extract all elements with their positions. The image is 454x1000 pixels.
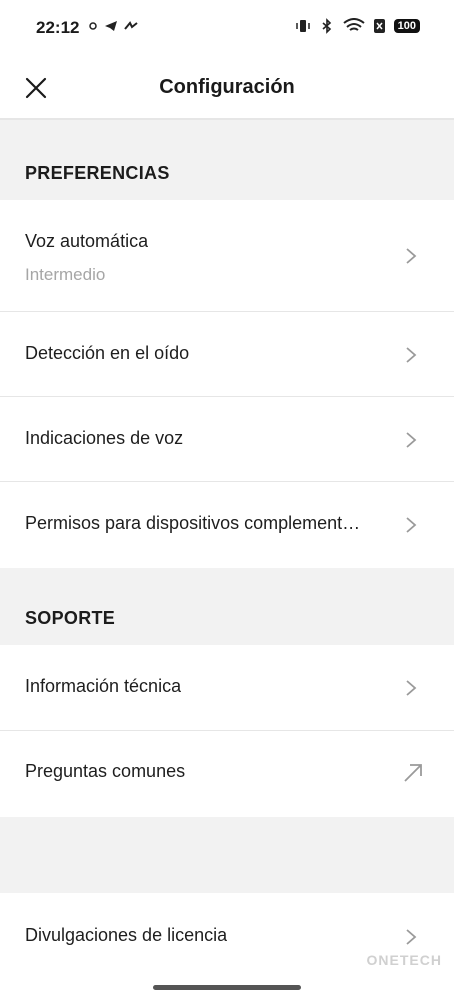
section-title-preferencias: PREFERENCIAS xyxy=(25,163,170,183)
external-link-icon xyxy=(404,764,422,782)
sim-off-icon xyxy=(373,19,385,33)
battery-icon: 100 xyxy=(393,19,420,33)
list-item-divulgaciones-licencia[interactable]: Divulgaciones de licencia xyxy=(0,893,454,1000)
preferencias-list: Voz automática Intermedio Detección en e… xyxy=(0,200,454,568)
list-item-indicaciones-voz[interactable]: Indicaciones de voz xyxy=(0,397,454,482)
section-title-soporte: SOPORTE xyxy=(25,608,116,628)
page-title: Configuración xyxy=(159,76,295,98)
other-list: Divulgaciones de licencia xyxy=(0,893,454,1000)
chevron-right-icon xyxy=(406,680,417,696)
list-item-preguntas-comunes[interactable]: Preguntas comunes xyxy=(0,731,454,817)
status-left-icons xyxy=(88,20,138,32)
list-item-informacion-tecnica[interactable]: Información técnica xyxy=(0,645,454,731)
watermark: ONETECH xyxy=(366,952,442,968)
chevron-right-icon xyxy=(406,347,417,363)
sync-icon xyxy=(124,21,138,30)
soporte-list: Información técnica Preguntas comunes xyxy=(0,645,454,817)
telegram-icon xyxy=(105,21,117,31)
list-item-deteccion-oido[interactable]: Detección en el oído xyxy=(0,312,454,397)
chevron-right-icon xyxy=(406,517,417,533)
list-item-label: Preguntas comunes xyxy=(25,761,186,781)
signal-dot-icon xyxy=(89,22,97,30)
list-item-permisos-dispositivos[interactable]: Permisos para dispositivos complement… xyxy=(0,482,454,568)
status-time: 22:12 xyxy=(36,18,80,37)
status-bar: 22:12 100 xyxy=(0,0,454,60)
chevron-right-icon xyxy=(406,248,417,264)
chevron-right-icon xyxy=(406,929,417,945)
bluetooth-icon xyxy=(322,18,331,34)
chevron-right-icon xyxy=(406,432,417,448)
top-app-bar: Configuración xyxy=(0,60,454,120)
status-right-icons: 100 xyxy=(295,18,420,34)
wifi-icon xyxy=(343,18,365,31)
list-item-value: Intermedio xyxy=(25,265,106,284)
list-item-label: Permisos para dispositivos complement… xyxy=(25,513,361,533)
list-item-label: Divulgaciones de licencia xyxy=(25,925,228,945)
vibrate-icon xyxy=(295,20,310,32)
list-item-label: Detección en el oído xyxy=(25,343,190,363)
list-item-label: Voz automática xyxy=(25,231,149,251)
list-item-label: Información técnica xyxy=(25,676,182,696)
home-indicator[interactable] xyxy=(153,985,301,990)
list-item-voz-automatica[interactable]: Voz automática Intermedio xyxy=(0,200,454,312)
list-item-label: Indicaciones de voz xyxy=(25,428,184,448)
